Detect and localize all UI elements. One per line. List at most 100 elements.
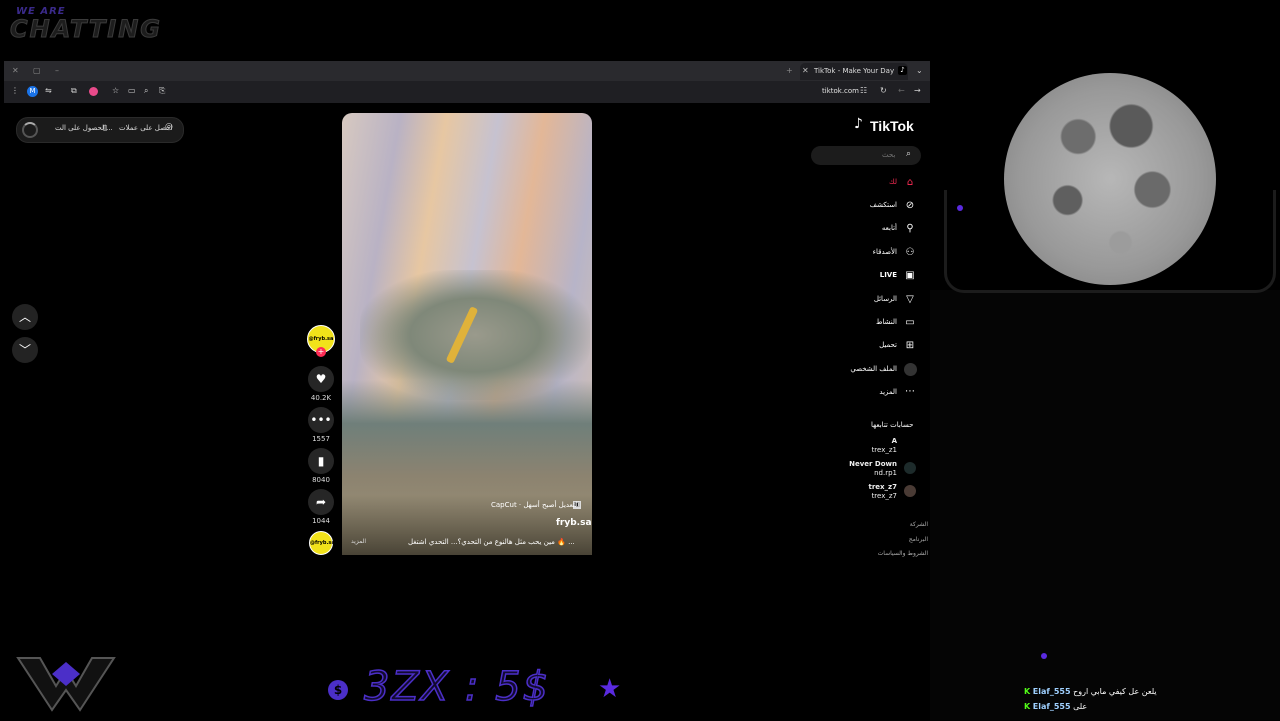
send-icon[interactable]: ▽ [904, 294, 916, 306]
home-icon[interactable]: ⌂ [904, 177, 916, 189]
save-count: 8040 [312, 476, 330, 484]
user-plus-icon[interactable]: ⚲ [904, 223, 916, 235]
share-count: 1044 [312, 517, 330, 525]
search-icon[interactable]: ⌕ [906, 149, 911, 159]
upload-icon[interactable]: ⊞ [904, 340, 916, 352]
previous-video-button[interactable]: ︿ [12, 304, 38, 330]
sidebar-item-upload[interactable]: تحميل [817, 341, 897, 349]
window-restore-icon[interactable]: ▢ [33, 66, 41, 75]
extension-pink-icon[interactable] [89, 87, 98, 96]
forward-icon[interactable]: ← [898, 86, 905, 95]
like-count: 40.2K [310, 394, 332, 402]
loading-spinner-icon [22, 122, 38, 138]
sidebar-item-for-you[interactable]: لك [817, 178, 897, 186]
following-accounts-title: حسابات تتابعها [871, 421, 914, 429]
footer-link-terms[interactable]: الشروط والسياسات [868, 550, 928, 557]
chat-username: Elaf_555 [1032, 702, 1071, 711]
compass-icon[interactable]: ⊘ [904, 200, 916, 212]
following-name[interactable]: trex_z7 [837, 483, 897, 491]
like-button[interactable]: ♥ [308, 366, 334, 392]
sidebar-item-profile[interactable]: الملف الشخصي [817, 365, 897, 373]
live-icon[interactable]: ▣ [904, 270, 916, 282]
following-avatar[interactable] [904, 462, 916, 474]
footer-link-program[interactable]: البرنامج [868, 536, 928, 543]
back-icon[interactable]: → [914, 86, 921, 95]
sidebar-item-activity[interactable]: النشاط [817, 318, 897, 326]
site-settings-icon[interactable]: ☷ [860, 86, 867, 95]
next-video-button[interactable]: ﹀ [12, 337, 38, 363]
price-coin-icon: $ [328, 680, 348, 700]
share-button[interactable]: ➦ [308, 489, 334, 515]
inbox-icon[interactable]: ▭ [904, 317, 916, 329]
following-handle[interactable]: nd.rp1 [837, 469, 897, 477]
sidebar-item-following[interactable]: أتابعه [817, 224, 897, 232]
star-icon: ★ [598, 674, 622, 704]
profile-icon[interactable] [904, 363, 917, 376]
comment-button[interactable]: ••• [308, 407, 334, 433]
purple-dot-decoration [957, 205, 963, 211]
heart-icon: ♥ [315, 372, 327, 386]
window-minimize-icon[interactable]: – [55, 66, 59, 75]
sidebar-item-friends[interactable]: الأصدقاء [817, 248, 897, 256]
purple-dot-decoration [1041, 653, 1047, 659]
coin-icon: ◎ [165, 122, 173, 132]
cast-icon[interactable]: ▭ [128, 86, 136, 95]
sidebar-item-explore[interactable]: استكشف [817, 201, 897, 209]
w-logo-icon [16, 657, 116, 712]
tiktok-logo-icon: ♪ [854, 116, 863, 132]
tab-list-chevron-icon[interactable]: ⌄ [916, 66, 923, 75]
bookmark-icon: ▮ [317, 454, 325, 468]
follow-plus-icon[interactable]: + [316, 347, 326, 357]
tiktok-favicon-icon: ♪ [898, 66, 907, 75]
extensions-icon[interactable]: ⇋ [45, 86, 52, 95]
price-text: 3ZX : 5$ [363, 663, 551, 711]
sidebar-item-more[interactable]: المزيد [817, 388, 897, 396]
footer-link-company[interactable]: الشركة [868, 521, 928, 528]
share-page-icon[interactable]: ⎘ [159, 86, 165, 96]
phone-icon: ▯ [103, 123, 108, 132]
sound-disc-avatar[interactable]: @fryb.sa [309, 531, 335, 555]
following-name[interactable]: A [837, 437, 897, 445]
browser-toolbar [4, 81, 930, 103]
window-close-icon[interactable]: ✕ [12, 66, 19, 75]
following-name[interactable]: Never Down [837, 460, 897, 468]
caption-more-link[interactable]: المزيد [351, 538, 366, 545]
search-input[interactable] [811, 146, 921, 165]
tiktok-logo[interactable]: TikTok [870, 118, 914, 134]
following-avatar[interactable] [904, 485, 916, 497]
puzzle-icon[interactable]: ⧉ [71, 86, 77, 96]
chat-text: على [1073, 702, 1088, 711]
video-username[interactable]: fryb.sa [556, 518, 592, 528]
following-handle[interactable]: trex_z1 [837, 446, 897, 454]
stream-chat-panel [930, 290, 1280, 720]
zoom-icon[interactable]: ⌕ [144, 86, 148, 96]
share-arrow-icon: ➦ [315, 495, 327, 509]
following-handle[interactable]: trex_z7 [837, 492, 897, 500]
chat-message: K Elaf_555 يلعن عل كيفي مابي اروح [1024, 687, 1157, 696]
search-placeholder: بحث [882, 151, 896, 159]
reload-icon[interactable]: ↻ [880, 86, 887, 95]
chat-text: يلعن عل كيفي مابي اروح [1073, 687, 1157, 696]
save-button[interactable]: ▮ [308, 448, 334, 474]
profile-avatar[interactable]: M [27, 86, 38, 97]
comment-icon: ••• [310, 413, 332, 427]
comment-count: 1557 [312, 435, 330, 443]
new-tab-icon[interactable]: + [786, 66, 793, 75]
video-caption: مين يحب مثل هالنوع من التحدي؟... التحدي … [408, 538, 575, 546]
menu-dots-icon[interactable]: ⋮ [11, 86, 19, 95]
chat-message: K Elaf_555 على [1024, 702, 1087, 711]
sidebar-item-live[interactable]: LIVE [817, 271, 897, 279]
tab-title: TikTok - Make Your Day [814, 67, 895, 75]
kick-badge-icon: K [1024, 687, 1031, 696]
chat-username: Elaf_555 [1032, 687, 1071, 696]
more-icon[interactable]: ⋯ [904, 386, 916, 398]
tab-close-icon[interactable]: ✕ [802, 66, 809, 75]
bookmark-star-icon[interactable]: ☆ [112, 86, 119, 95]
brand-main-text: CHATTING [10, 15, 162, 44]
friends-icon[interactable]: ⚇ [904, 247, 916, 259]
capcut-label[interactable]: CapCut · التعديل أصبح أسهل [491, 501, 579, 509]
kick-badge-icon: K [1024, 702, 1031, 711]
moon-image [1004, 73, 1216, 285]
sidebar-item-messages[interactable]: الرسائل [817, 295, 897, 303]
address-bar[interactable]: tiktok.com [822, 87, 859, 95]
